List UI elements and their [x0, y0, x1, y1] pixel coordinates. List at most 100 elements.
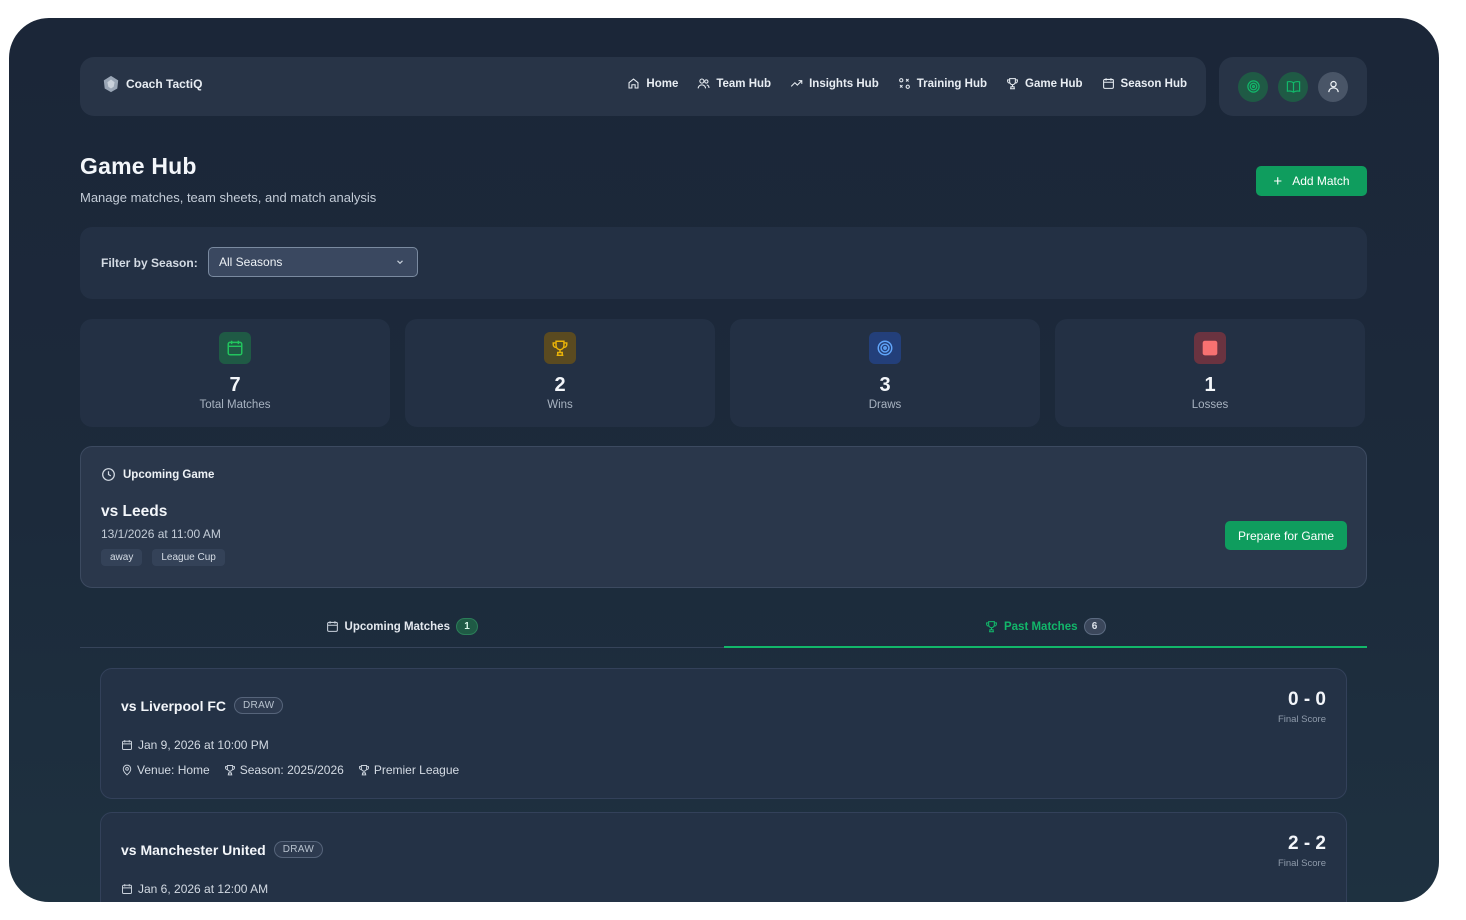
calendar-icon	[122, 884, 132, 894]
stat-icon-box	[869, 332, 901, 364]
match-season-text: Season: 2025/2026	[239, 763, 344, 777]
trophy-icon	[552, 340, 568, 357]
match-venue: Venue: Home	[121, 763, 210, 777]
profile-button[interactable]	[1318, 71, 1348, 102]
calendar-icon	[326, 621, 338, 632]
trophy-icon	[224, 765, 235, 776]
user-icon	[1327, 80, 1339, 93]
stat-card-draws: 3 Draws	[730, 319, 1040, 427]
stat-card-total-matches: 7 Total Matches	[80, 319, 390, 427]
guide-button[interactable]	[1278, 71, 1308, 102]
tab-label: Upcoming Matches	[344, 620, 450, 633]
tab-upcoming-matches[interactable]: Upcoming Matches 1	[80, 606, 724, 647]
score-value: 2 - 2	[1287, 833, 1326, 854]
app-window: Coach TactiQ Home Team Hub Insights Hub …	[9, 18, 1439, 902]
match-score: 2 - 2 Final Score	[1278, 833, 1326, 869]
match-title: vs Liverpool FC DRAW	[121, 697, 284, 714]
season-filter-card: Filter by Season: All Seasons	[80, 227, 1367, 299]
tactics-icon	[898, 78, 910, 89]
upcoming-game-heading: Upcoming Game	[101, 467, 214, 482]
match-card[interactable]: vs Manchester United DRAW Jan 6, 2026 at…	[100, 812, 1347, 902]
tab-count-badge: 6	[1083, 618, 1106, 635]
season-select-value: All Seasons	[219, 255, 283, 269]
match-meta: Venue: Home Season: 2025/2026 Premier Le…	[121, 763, 459, 777]
competition-tag: League Cup	[152, 549, 225, 566]
trending-icon	[790, 80, 803, 87]
upcoming-datetime: 13/1/2026 at 11:00 AM	[101, 527, 221, 541]
nav-item-training-hub[interactable]: Training Hub	[898, 77, 987, 90]
nav-label: Team Hub	[716, 77, 772, 90]
stat-icon-box	[219, 332, 251, 364]
season-select[interactable]: All Seasons	[208, 247, 418, 277]
upcoming-opponent: vs Leeds	[101, 503, 168, 520]
trophy-icon	[1007, 78, 1018, 90]
target-icon	[1246, 80, 1260, 93]
match-card[interactable]: vs Liverpool FC DRAW Jan 9, 2026 at 10:0…	[100, 668, 1347, 799]
tab-label: Past Matches	[1003, 620, 1078, 633]
brand-name: Coach TactiQ	[126, 77, 203, 91]
book-open-icon	[1286, 80, 1300, 93]
page-title: Game Hub	[80, 153, 197, 179]
stat-label: Losses	[1191, 399, 1229, 411]
match-opponent: vs Manchester United	[121, 841, 266, 858]
top-navbar: Coach TactiQ Home Team Hub Insights Hub …	[80, 57, 1206, 116]
match-competition-text: Premier League	[373, 763, 460, 777]
nav-label: Training Hub	[916, 77, 988, 90]
match-venue-text: Venue: Home	[137, 763, 210, 777]
match-date-text: Jan 9, 2026 at 10:00 PM	[138, 738, 269, 752]
map-pin-icon	[122, 764, 132, 776]
users-icon	[698, 78, 710, 89]
stat-value: 3	[879, 374, 891, 396]
stat-icon-box	[544, 332, 576, 364]
nav-item-home[interactable]: Home	[627, 77, 678, 90]
tab-past-matches[interactable]: Past Matches 6	[723, 606, 1368, 648]
score-label: Final Score	[1277, 858, 1326, 869]
nav-label: Insights Hub	[809, 77, 879, 90]
stat-card-wins: 2 Wins	[405, 319, 715, 427]
brand[interactable]: Coach TactiQ	[102, 75, 202, 93]
nav-item-insights-hub[interactable]: Insights Hub	[790, 77, 879, 90]
brand-logo-icon	[103, 75, 119, 93]
prepare-for-game-button[interactable]: Prepare for Game	[1225, 521, 1347, 550]
match-title: vs Manchester United DRAW	[121, 841, 324, 858]
upcoming-game-card: Upcoming Game vs Leeds 13/1/2026 at 11:0…	[80, 446, 1367, 588]
home-icon	[628, 78, 639, 89]
chevron-down-icon	[397, 260, 403, 265]
tab-count-badge: 1	[455, 618, 478, 635]
match-season: Season: 2025/2026	[224, 763, 344, 777]
match-score: 0 - 0 Final Score	[1278, 689, 1326, 725]
add-match-button[interactable]: + Add Match	[1256, 166, 1367, 196]
nav-label: Season Hub	[1120, 77, 1187, 90]
add-match-label: Add Match	[1292, 174, 1350, 188]
target-icon	[877, 340, 893, 356]
nav-item-season-hub[interactable]: Season Hub	[1102, 77, 1187, 90]
filter-label: Filter by Season:	[101, 256, 198, 270]
match-date: Jan 9, 2026 at 10:00 PM	[121, 738, 269, 752]
calendar-icon	[227, 340, 243, 356]
stat-label: Wins	[547, 399, 573, 411]
result-badge: DRAW	[273, 841, 324, 858]
nav-label: Game Hub	[1025, 77, 1083, 90]
square-icon	[1202, 340, 1218, 356]
clock-icon	[102, 468, 115, 481]
score-value: 0 - 0	[1287, 689, 1326, 710]
calendar-icon	[1102, 78, 1114, 89]
nav-item-team-hub[interactable]: Team Hub	[697, 77, 771, 90]
match-date: Jan 6, 2026 at 12:00 AM	[121, 882, 268, 896]
result-badge: DRAW	[234, 697, 284, 714]
target-button[interactable]	[1238, 71, 1268, 102]
trophy-icon	[358, 765, 369, 776]
nav-item-game-hub[interactable]: Game Hub	[1006, 77, 1083, 90]
nav-label: Home	[646, 77, 679, 90]
calendar-icon	[122, 740, 132, 750]
stat-value: 7	[229, 374, 241, 396]
stat-icon-box	[1194, 332, 1226, 364]
venue-tag: away	[101, 549, 143, 566]
match-competition: Premier League	[358, 763, 459, 777]
match-opponent: vs Liverpool FC	[121, 697, 227, 714]
upcoming-heading-label: Upcoming Game	[123, 468, 215, 481]
stat-label: Draws	[868, 399, 902, 411]
trophy-icon	[986, 621, 997, 633]
page-subtitle: Manage matches, team sheets, and match a…	[80, 190, 377, 205]
header-actions	[1219, 57, 1367, 116]
